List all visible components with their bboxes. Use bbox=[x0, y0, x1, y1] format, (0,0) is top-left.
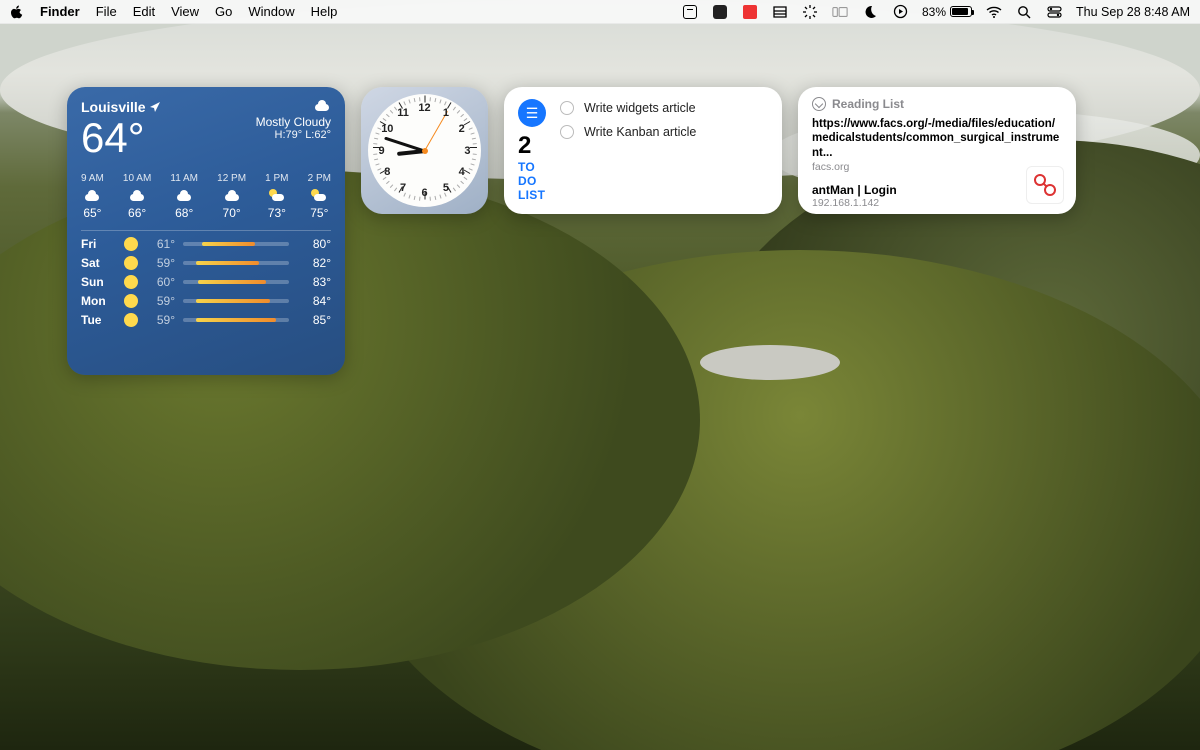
reminders-list-icon: ☰ bbox=[518, 99, 546, 127]
reading-item-1-title[interactable]: https://www.facs.org/-/media/files/educa… bbox=[812, 117, 1062, 160]
battery-icon bbox=[950, 6, 972, 17]
reading-item-2-source: 192.168.1.142 bbox=[812, 197, 1062, 209]
daily-row: Tue59°85° bbox=[81, 313, 331, 327]
status-moon-icon[interactable] bbox=[862, 4, 878, 20]
reminders-title: TO DO LIST bbox=[518, 160, 548, 202]
reading-list-widget[interactable]: Reading List https://www.facs.org/-/medi… bbox=[798, 87, 1076, 214]
menu-bar: Finder File Edit View Go Window Help 83%… bbox=[0, 0, 1200, 24]
clock-number: 11 bbox=[397, 107, 409, 119]
reminders-count: 2 bbox=[518, 132, 548, 160]
reminder-task[interactable]: Write widgets article bbox=[560, 101, 768, 115]
clock-number: 10 bbox=[381, 123, 393, 135]
hourly-item: 11 AM68° bbox=[170, 173, 198, 220]
daily-forecast: Fri61°80° Sat59°82° Sun60°83° Mon59°84° Tue5… bbox=[81, 237, 331, 327]
hourly-forecast: 9 AM65° 10 AM66° 11 AM68° 12 PM70° 1 PM73° 2 … bbox=[81, 173, 331, 231]
sun-icon bbox=[124, 275, 138, 289]
apple-menu-icon[interactable] bbox=[10, 5, 24, 19]
weather-hilo: H:79° L:62° bbox=[256, 129, 331, 141]
cloud-icon bbox=[175, 189, 193, 201]
suncloud-icon bbox=[269, 189, 285, 201]
clock-center-pin bbox=[422, 148, 428, 154]
control-center-icon[interactable] bbox=[1046, 4, 1062, 20]
sun-icon bbox=[124, 313, 138, 327]
reading-item-1-source: facs.org bbox=[812, 161, 1062, 173]
clock-number: 1 bbox=[443, 107, 449, 119]
menu-go[interactable]: Go bbox=[215, 4, 232, 19]
status-icon-1[interactable] bbox=[682, 4, 698, 20]
weather-location: Louisville bbox=[81, 99, 146, 115]
task-label: Write widgets article bbox=[584, 101, 696, 115]
hourly-item: 2 PM75° bbox=[308, 173, 331, 220]
cloud-icon bbox=[128, 189, 146, 201]
status-tray-icon[interactable] bbox=[772, 4, 788, 20]
daily-row: Fri61°80° bbox=[81, 237, 331, 251]
menu-help[interactable]: Help bbox=[311, 4, 338, 19]
app-name[interactable]: Finder bbox=[40, 4, 80, 19]
spotlight-icon[interactable] bbox=[1016, 4, 1032, 20]
menu-window[interactable]: Window bbox=[248, 4, 294, 19]
sun-icon bbox=[124, 256, 138, 270]
status-play-icon[interactable] bbox=[892, 4, 908, 20]
location-arrow-icon bbox=[150, 102, 160, 112]
status-brightness-icon[interactable] bbox=[802, 4, 818, 20]
daily-row: Sat59°82° bbox=[81, 256, 331, 270]
cloud-icon bbox=[83, 189, 101, 201]
weather-condition: Mostly Cloudy bbox=[256, 115, 331, 129]
reminder-task[interactable]: Write Kanban article bbox=[560, 125, 768, 139]
menu-edit[interactable]: Edit bbox=[133, 4, 155, 19]
minute-hand bbox=[384, 136, 425, 152]
menu-view[interactable]: View bbox=[171, 4, 199, 19]
hourly-item: 12 PM70° bbox=[217, 173, 246, 220]
cloud-icon bbox=[223, 189, 241, 201]
status-stage-icon[interactable] bbox=[832, 4, 848, 20]
hourly-item: 9 AM65° bbox=[81, 173, 104, 220]
sun-icon bbox=[124, 237, 138, 251]
menu-file[interactable]: File bbox=[96, 4, 117, 19]
status-icon-2[interactable] bbox=[712, 4, 728, 20]
sun-icon bbox=[124, 294, 138, 308]
reading-item-thumbnail bbox=[1026, 166, 1064, 204]
daily-row: Mon59°84° bbox=[81, 294, 331, 308]
weather-widget[interactable]: Louisville 64° Mostly Cloudy H:79° L:62°… bbox=[67, 87, 345, 375]
suncloud-icon bbox=[311, 189, 327, 201]
battery-status[interactable]: 83% bbox=[922, 5, 972, 19]
task-checkbox[interactable] bbox=[560, 125, 574, 139]
reading-list-header: Reading List bbox=[832, 97, 904, 111]
hourly-item: 1 PM73° bbox=[265, 173, 288, 220]
wifi-icon[interactable] bbox=[986, 4, 1002, 20]
battery-percent: 83% bbox=[922, 5, 946, 19]
weather-temp: 64° bbox=[81, 117, 160, 159]
cloud-icon bbox=[313, 99, 331, 111]
reading-item-2-title[interactable]: antMan | Login bbox=[812, 183, 1062, 197]
hourly-item: 10 AM66° bbox=[123, 173, 151, 220]
safari-compass-icon bbox=[812, 97, 826, 111]
daily-row: Sun60°83° bbox=[81, 275, 331, 289]
task-label: Write Kanban article bbox=[584, 125, 696, 139]
menubar-datetime[interactable]: Thu Sep 28 8:48 AM bbox=[1076, 5, 1190, 19]
clock-widget[interactable]: 123456789101112 bbox=[361, 87, 488, 214]
clock-number: 12 bbox=[418, 102, 430, 114]
reminders-widget[interactable]: ☰ 2 TO DO LIST Write widgets article Writ… bbox=[504, 87, 782, 214]
clock-face: 123456789101112 bbox=[368, 94, 481, 207]
task-checkbox[interactable] bbox=[560, 101, 574, 115]
status-icon-3[interactable] bbox=[742, 4, 758, 20]
